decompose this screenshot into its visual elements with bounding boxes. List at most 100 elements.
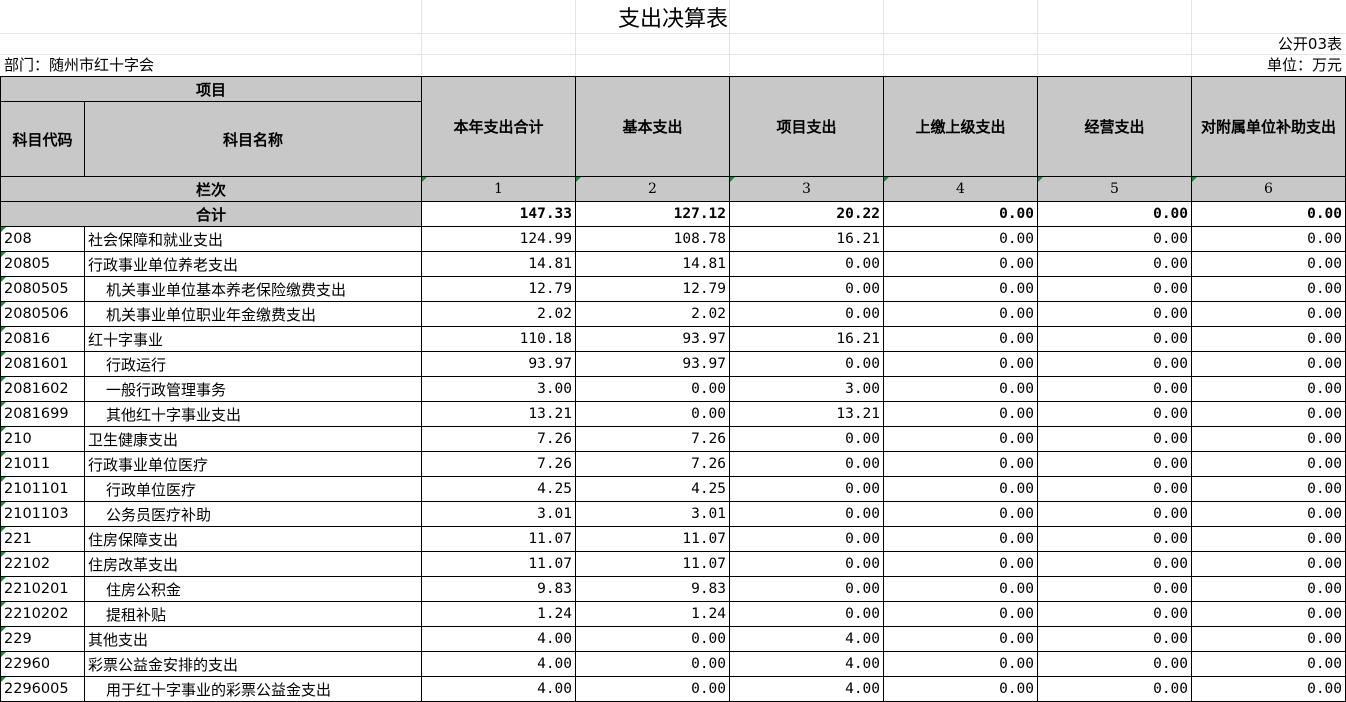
amount-cell[interactable]: 9.83 (421, 576, 577, 602)
subject-code-cell[interactable]: 22102 (0, 551, 85, 577)
amount-cell[interactable]: 4.00 (729, 651, 885, 677)
amount-cell[interactable]: 0.00 (1191, 326, 1346, 352)
total-cell[interactable]: 20.22 (729, 201, 885, 227)
subject-name-cell[interactable]: 彩票公益金安排的支出 (83, 651, 423, 677)
index-cell[interactable]: 1 (421, 176, 577, 202)
amount-cell[interactable]: 0.00 (1191, 476, 1346, 502)
amount-cell[interactable]: 0.00 (729, 276, 885, 302)
subject-code-cell[interactable]: 20805 (0, 251, 85, 277)
amount-cell[interactable]: 9.83 (575, 576, 731, 602)
amount-cell[interactable]: 0.00 (883, 551, 1039, 577)
total-cell[interactable]: 127.12 (575, 201, 731, 227)
amount-cell[interactable]: 0.00 (1191, 676, 1346, 702)
column-header[interactable]: 项目支出 (729, 76, 885, 177)
amount-cell[interactable]: 0.00 (1191, 501, 1346, 527)
column-header[interactable]: 经营支出 (1037, 76, 1193, 177)
amount-cell[interactable]: 0.00 (1191, 351, 1346, 377)
subject-code-cell[interactable]: 2296005 (0, 676, 85, 702)
amount-cell[interactable]: 0.00 (1191, 576, 1346, 602)
amount-cell[interactable]: 0.00 (883, 251, 1039, 277)
subject-code-cell[interactable]: 2101103 (0, 501, 85, 527)
subject-name-cell[interactable]: 住房公积金 (83, 576, 423, 602)
subject-name-cell[interactable]: 住房保障支出 (83, 526, 423, 552)
amount-cell[interactable]: 0.00 (1037, 251, 1193, 277)
amount-cell[interactable]: 3.00 (421, 376, 577, 402)
amount-cell[interactable]: 0.00 (883, 576, 1039, 602)
amount-cell[interactable]: 3.01 (421, 501, 577, 527)
amount-cell[interactable]: 13.21 (421, 401, 577, 427)
amount-cell[interactable]: 16.21 (729, 226, 885, 252)
amount-cell[interactable]: 0.00 (883, 476, 1039, 502)
amount-cell[interactable]: 0.00 (729, 501, 885, 527)
amount-cell[interactable]: 0.00 (883, 226, 1039, 252)
amount-cell[interactable]: 4.00 (421, 651, 577, 677)
amount-cell[interactable]: 0.00 (1037, 226, 1193, 252)
amount-cell[interactable]: 0.00 (1037, 676, 1193, 702)
amount-cell[interactable]: 3.00 (729, 376, 885, 402)
column-header[interactable]: 对附属单位补助支出 (1191, 76, 1346, 177)
subject-code-cell[interactable]: 208 (0, 226, 85, 252)
amount-cell[interactable]: 12.79 (421, 276, 577, 302)
subject-name-cell[interactable]: 行政单位医疗 (83, 476, 423, 502)
amount-cell[interactable]: 0.00 (1191, 276, 1346, 302)
index-cell[interactable]: 5 (1037, 176, 1193, 202)
subject-code-cell[interactable]: 2210202 (0, 601, 85, 627)
amount-cell[interactable]: 1.24 (575, 601, 731, 627)
subject-code-cell[interactable]: 2081602 (0, 376, 85, 402)
amount-cell[interactable]: 4.00 (729, 626, 885, 652)
amount-cell[interactable]: 0.00 (883, 376, 1039, 402)
amount-cell[interactable]: 0.00 (1037, 626, 1193, 652)
amount-cell[interactable]: 0.00 (1191, 376, 1346, 402)
subject-name-cell[interactable]: 行政事业单位医疗 (83, 451, 423, 477)
subject-name-cell[interactable]: 社会保障和就业支出 (83, 226, 423, 252)
amount-cell[interactable]: 2.02 (421, 301, 577, 327)
amount-cell[interactable]: 0.00 (1037, 326, 1193, 352)
subject-code-cell[interactable]: 2081699 (0, 401, 85, 427)
amount-cell[interactable]: 0.00 (1191, 451, 1346, 477)
amount-cell[interactable]: 1.24 (421, 601, 577, 627)
amount-cell[interactable]: 0.00 (883, 301, 1039, 327)
subject-code-cell[interactable]: 221 (0, 526, 85, 552)
amount-cell[interactable]: 14.81 (575, 251, 731, 277)
amount-cell[interactable]: 0.00 (729, 526, 885, 552)
amount-cell[interactable]: 0.00 (883, 401, 1039, 427)
amount-cell[interactable]: 0.00 (883, 451, 1039, 477)
amount-cell[interactable]: 12.79 (575, 276, 731, 302)
amount-cell[interactable]: 0.00 (575, 651, 731, 677)
amount-cell[interactable]: 0.00 (883, 276, 1039, 302)
item-header[interactable]: 项目 (0, 76, 423, 102)
amount-cell[interactable]: 0.00 (883, 676, 1039, 702)
amount-cell[interactable]: 11.07 (575, 526, 731, 552)
amount-cell[interactable]: 124.99 (421, 226, 577, 252)
amount-cell[interactable]: 108.78 (575, 226, 731, 252)
amount-cell[interactable]: 0.00 (729, 476, 885, 502)
amount-cell[interactable]: 0.00 (1037, 376, 1193, 402)
amount-cell[interactable]: 7.26 (421, 451, 577, 477)
amount-cell[interactable]: 0.00 (883, 326, 1039, 352)
index-cell[interactable]: 3 (729, 176, 885, 202)
column-header[interactable]: 上缴上级支出 (883, 76, 1039, 177)
column-header[interactable]: 基本支出 (575, 76, 731, 177)
amount-cell[interactable]: 0.00 (883, 626, 1039, 652)
amount-cell[interactable]: 0.00 (1037, 351, 1193, 377)
amount-cell[interactable]: 0.00 (1037, 276, 1193, 302)
amount-cell[interactable]: 0.00 (1037, 301, 1193, 327)
amount-cell[interactable]: 7.26 (421, 426, 577, 452)
amount-cell[interactable]: 0.00 (729, 351, 885, 377)
amount-cell[interactable]: 11.07 (421, 526, 577, 552)
index-cell[interactable]: 4 (883, 176, 1039, 202)
amount-cell[interactable]: 0.00 (883, 601, 1039, 627)
amount-cell[interactable]: 0.00 (1037, 526, 1193, 552)
subject-code-cell[interactable]: 2080505 (0, 276, 85, 302)
amount-cell[interactable]: 7.26 (575, 426, 731, 452)
amount-cell[interactable]: 0.00 (1191, 426, 1346, 452)
amount-cell[interactable]: 0.00 (1037, 551, 1193, 577)
subject-code-cell[interactable]: 2101101 (0, 476, 85, 502)
amount-cell[interactable]: 0.00 (575, 676, 731, 702)
subject-name-cell[interactable]: 用于红十字事业的彩票公益金支出 (83, 676, 423, 702)
subject-code-cell[interactable]: 2081601 (0, 351, 85, 377)
column-header[interactable]: 本年支出合计 (421, 76, 577, 177)
subject-code-cell[interactable]: 2080506 (0, 301, 85, 327)
amount-cell[interactable]: 4.25 (421, 476, 577, 502)
amount-cell[interactable]: 0.00 (1037, 401, 1193, 427)
